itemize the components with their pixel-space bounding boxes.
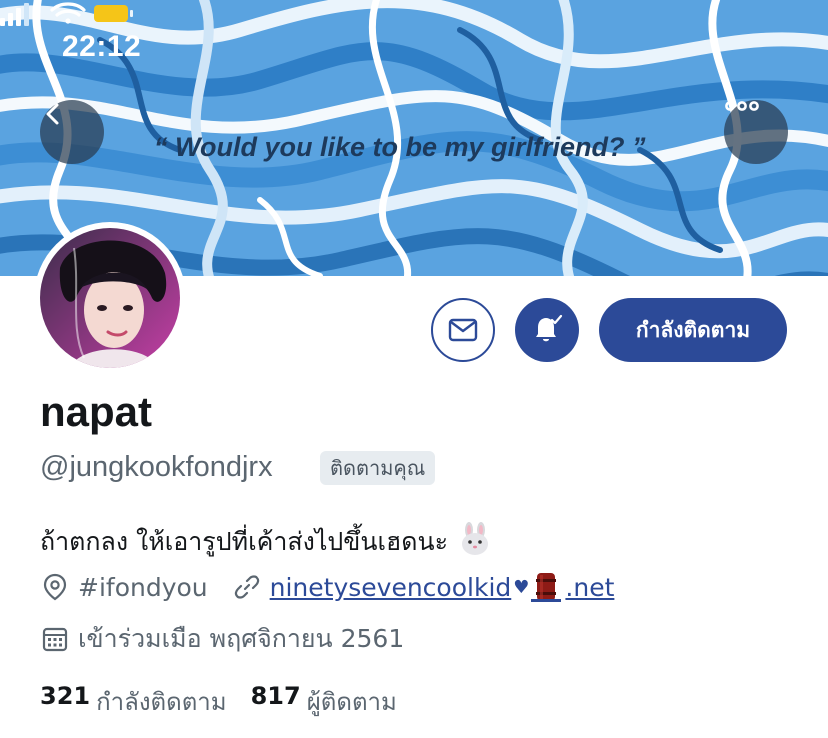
website-link-tld[interactable]: .net <box>565 573 614 602</box>
bio-text: ถ้าตกลง ให้เอารูปที่เค้าส่งไปขึ้นเฮดนะ <box>40 527 449 556</box>
location-text: #ifondyou <box>78 572 208 602</box>
avatar-portrait <box>40 228 180 368</box>
notifications-button[interactable] <box>515 298 579 362</box>
wifi-icon <box>50 2 86 24</box>
following-count: 321 <box>40 681 91 710</box>
profile-meta-row: #ifondyou ninetysevencoolkid ♥ .net <box>40 570 614 604</box>
display-name: napat <box>40 388 153 435</box>
rabbit-face-icon <box>462 522 489 555</box>
website-link[interactable]: ninetysevencoolkid ♥ .net <box>232 571 614 603</box>
status-icons <box>0 2 133 26</box>
more-horizontal-icon <box>725 101 759 111</box>
link-icon <box>232 572 262 602</box>
avatar[interactable] <box>34 222 186 374</box>
bell-check-icon <box>536 314 563 342</box>
bio: ถ้าตกลง ให้เอารูปที่เค้าส่งไปขึ้นเฮดนะ <box>40 522 492 562</box>
rabbit-emoji <box>458 522 492 562</box>
message-button[interactable] <box>431 298 495 362</box>
more-button[interactable] <box>724 100 788 164</box>
joined-date: เข้าร่วมเมือ พฤศจิกายน 2561 <box>78 624 405 653</box>
barrel-icon <box>531 571 562 603</box>
banner-quote: “ Would you like to be my girlfriend? ” <box>154 132 646 162</box>
website-link-text[interactable]: ninetysevencoolkid <box>270 573 512 602</box>
chevron-left-icon <box>46 103 59 125</box>
follows-you-badge: ติดตามคุณ <box>320 451 436 485</box>
signal-bars-icon <box>0 3 29 26</box>
location-pin-icon <box>40 572 70 602</box>
heart-icon: ♥ <box>513 576 530 598</box>
user-handle: @jungkookfondjrx <box>40 451 273 483</box>
calendar-icon <box>40 624 70 654</box>
follow-stats: 321 กำลังติดตาม 817 ผู้ติดตาม <box>40 682 421 721</box>
followers-label: ผู้ติดตาม <box>306 687 397 716</box>
envelope-icon <box>448 318 478 342</box>
battery-icon <box>94 5 133 22</box>
joined-row: เข้าร่วมเมือ พฤศจิกายน 2561 <box>40 622 404 656</box>
following-stat[interactable]: 321 กำลังติดตาม <box>40 682 251 721</box>
followers-count: 817 <box>250 681 301 710</box>
avatar-photo <box>40 228 180 368</box>
back-button[interactable] <box>40 100 104 164</box>
status-time: 22:12 <box>62 30 142 63</box>
followers-stat[interactable]: 817 ผู้ติดตาม <box>251 682 421 721</box>
following-label: กำลังติดตาม <box>96 687 227 716</box>
following-button[interactable]: กำลังติดตาม <box>599 298 787 362</box>
